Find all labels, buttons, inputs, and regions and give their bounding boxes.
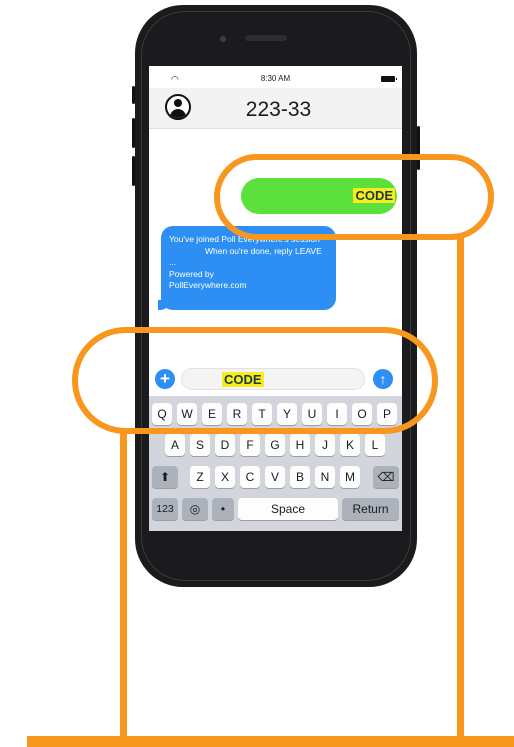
microphone-icon[interactable]: • [212,498,234,520]
volume-up-button [132,118,135,148]
key[interactable]: B [290,466,310,488]
key[interactable]: Z [190,466,210,488]
incoming-message-line: When ou're done, reply LEAVE [205,245,322,256]
annotation-line-bottom [27,736,514,747]
key[interactable]: A [165,434,185,456]
numbers-key[interactable]: 123 [152,498,178,520]
conversation-header: 223-33 [149,88,402,129]
phone-screen: ◠ 8:30 AM 223-33 CODE You've joined Poll… [149,66,402,531]
key[interactable]: G [265,434,285,456]
earpiece-speaker [245,35,287,41]
backspace-icon[interactable]: ⌫ [373,466,399,488]
contact-number: 223-33 [245,98,312,121]
mute-switch [132,86,135,104]
annotation-line-right [457,234,464,747]
key[interactable]: K [340,434,360,456]
key[interactable]: D [215,434,235,456]
key[interactable]: H [290,434,310,456]
incoming-message-line: ... [169,257,177,267]
annotation-circle-outgoing [214,154,494,240]
status-time: 8:30 AM [260,74,291,83]
shift-icon[interactable]: ⬆ [152,466,178,488]
key[interactable]: S [190,434,210,456]
space-key[interactable]: Space [238,498,338,520]
annotation-line-left [120,428,127,747]
return-key[interactable]: Return [342,498,399,520]
key[interactable]: M [340,466,360,488]
incoming-message-line: PollEverywhere.com [169,280,247,290]
volume-down-button [132,156,135,186]
key[interactable]: C [240,466,260,488]
status-bar: ◠ 8:30 AM [149,66,402,94]
key[interactable]: N [315,466,335,488]
battery-icon [381,76,397,82]
annotation-circle-input [72,327,438,434]
key[interactable]: V [265,466,285,488]
incoming-message-line: Powered by [169,268,214,279]
key[interactable]: F [240,434,260,456]
key[interactable]: J [315,434,335,456]
key[interactable]: L [365,434,385,456]
front-camera [220,36,226,42]
key[interactable]: X [215,466,235,488]
globe-icon[interactable]: ◎ [182,498,208,520]
